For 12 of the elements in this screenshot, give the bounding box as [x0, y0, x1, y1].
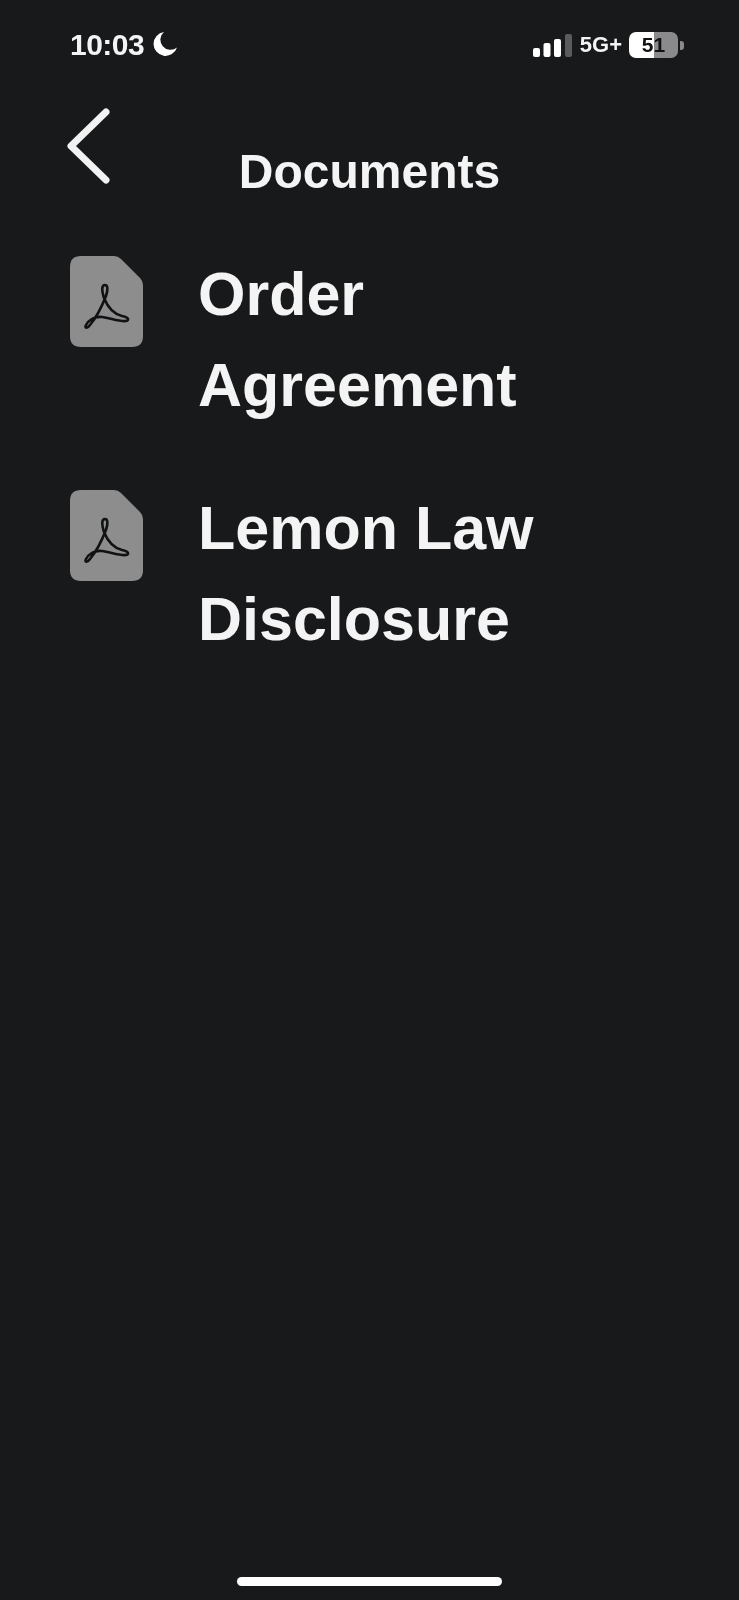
back-icon [66, 108, 110, 184]
signal-icon [532, 33, 573, 57]
back-button[interactable] [66, 108, 110, 184]
page-title: Documents [238, 144, 501, 200]
status-time: 10:03 [70, 29, 145, 61]
pdf-file-icon [70, 490, 143, 581]
pdf-file-icon [70, 256, 143, 347]
document-item[interactable]: Lemon Law Disclosure [70, 483, 588, 665]
battery-percentage: 51 [641, 34, 666, 56]
network-label: 5G+ [579, 32, 622, 58]
document-item[interactable]: Order Agreement [70, 249, 588, 431]
moon-icon [153, 32, 178, 56]
